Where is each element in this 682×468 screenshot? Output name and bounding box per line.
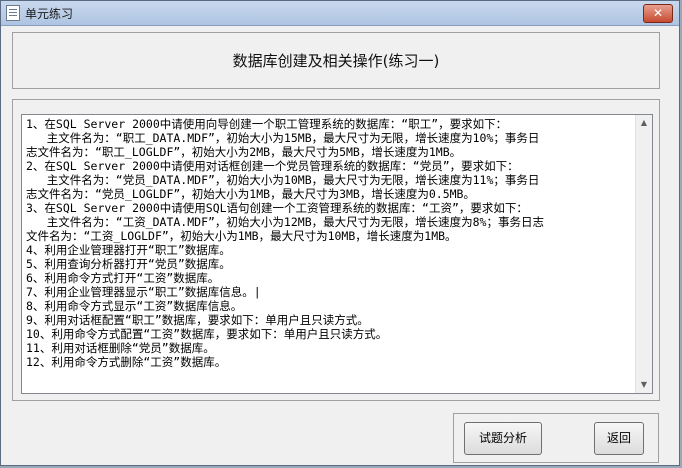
text-line: 主文件名为：“工资_DATA.MDF”，初始大小为12MB，最大尺寸为无限，增长…: [26, 215, 544, 229]
close-button[interactable]: ✕: [643, 4, 673, 23]
text-line: 主文件名为：“党员_DATA.MDF”，初始大小为10MB，最大尺寸为无限，增长…: [26, 173, 540, 187]
text-line: 3、在SQL Server 2000中请使用SQL语句创建一个工资管理系统的数据…: [26, 201, 528, 215]
text-line: 志文件名为：“职工_LOGLDF”，初始大小为2MB，最大尺寸为5MB，增长速度…: [26, 145, 462, 159]
exercise-text: 1、在SQL Server 2000中请使用向导创建一个职工管理系统的数据库：“…: [26, 117, 634, 369]
content-panel: 1、在SQL Server 2000中请使用向导创建一个职工管理系统的数据库：“…: [12, 99, 660, 401]
text-line: 4、利用企业管理器打开“职工”数据库。: [26, 243, 231, 257]
text-line: 2、在SQL Server 2000中请使用对话框创建一个党员管理系统的数据库：…: [26, 159, 519, 173]
text-line: 7、利用企业管理器显示“职工”数据库信息。|: [26, 285, 261, 299]
text-line: 8、利用命令方式显示“工资”数据库信息。: [26, 299, 243, 313]
text-line: 12、利用命令方式删除“工资”数据库。: [26, 355, 227, 369]
dialog-window: 单元练习 ✕ 数据库创建及相关操作(练习一) 1、在SQL Server 200…: [0, 0, 680, 466]
exercise-title: 数据库创建及相关操作(练习一): [232, 52, 440, 70]
text-line: 1、在SQL Server 2000中请使用向导创建一个职工管理系统的数据库：“…: [26, 117, 508, 131]
scroll-up-arrow-icon[interactable]: ▲: [636, 115, 652, 131]
vertical-scrollbar[interactable]: ▲ ▼: [635, 115, 652, 393]
text-line: 主文件名为：“职工_DATA.MDF”，初始大小为15MB，最大尺寸为无限，增长…: [26, 131, 540, 145]
text-line: 6、利用命令方式打开“工资”数据库。: [26, 271, 220, 285]
analysis-button[interactable]: 试题分析: [464, 422, 542, 455]
title-bar[interactable]: 单元练习 ✕: [1, 1, 679, 26]
return-button[interactable]: 返回: [594, 422, 644, 455]
text-line: 5、利用查询分析器打开“党员”数据库。: [26, 257, 231, 271]
text-line: 文件名为：“工资_LOGLDF”，初始大小为1MB，最大尺寸为10MB，增长速度…: [26, 229, 457, 243]
text-line: 10、利用命令方式配置“工资”数据库，要求如下：单用户且只读方式。: [26, 327, 388, 341]
document-icon: [6, 5, 20, 21]
text-line: 11、利用对话框删除“党员”数据库。: [26, 341, 215, 355]
header-panel: 数据库创建及相关操作(练习一): [12, 32, 660, 89]
exercise-text-area[interactable]: 1、在SQL Server 2000中请使用向导创建一个职工管理系统的数据库：“…: [21, 114, 653, 394]
window-title: 单元练习: [25, 7, 74, 21]
text-line: 9、利用对话框配置“职工”数据库，要求如下：单用户且只读方式。: [26, 313, 369, 327]
text-line: 志文件名为：“党员_LOGLDF”，初始大小为1MB，最大尺寸为3MB，增长速度…: [26, 187, 475, 201]
scroll-down-arrow-icon[interactable]: ▼: [636, 377, 652, 393]
